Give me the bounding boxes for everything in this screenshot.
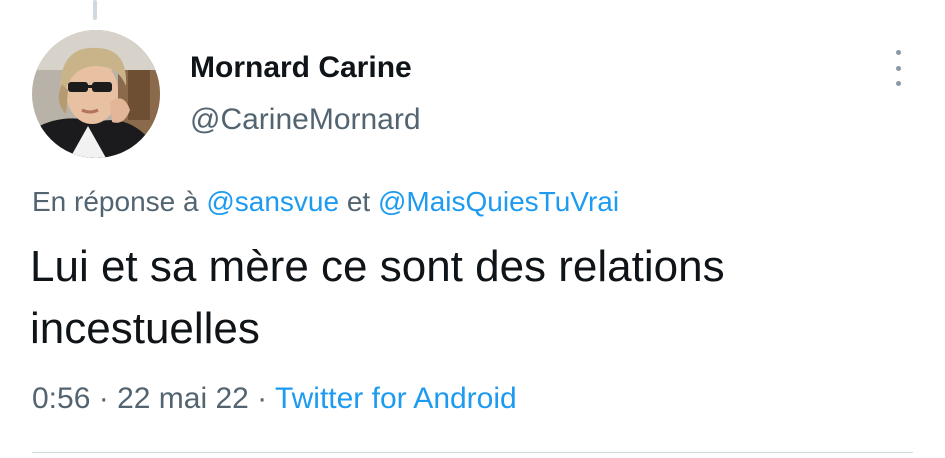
tweet-timestamp[interactable]: 0:56 (32, 382, 90, 415)
avatar[interactable] (32, 30, 160, 158)
more-dot (895, 81, 901, 86)
reply-context-connector: et (339, 186, 378, 217)
reply-context-prefix: En réponse à (32, 186, 207, 217)
reply-mention-link[interactable]: @sansvue (206, 186, 339, 217)
divider (32, 452, 913, 453)
author-display-name[interactable]: Mornard Carine (190, 51, 412, 85)
tweet-source-link[interactable]: Twitter for Android (275, 382, 517, 415)
author-handle[interactable]: @CarineMornard (190, 103, 421, 137)
meta-separator: · (248, 382, 275, 415)
avatar-image (32, 30, 160, 158)
tweet-text: Lui et sa mère ce sont des relations inc… (30, 242, 725, 353)
reply-mention-link[interactable]: @MaisQuiesTuVrai (378, 186, 619, 217)
thread-connector-line (93, 0, 97, 20)
tweet-meta: 0:56 · 22 mai 22 · Twitter for Android (32, 382, 517, 416)
more-dot (895, 65, 901, 71)
more-vertical-icon[interactable] (883, 50, 913, 86)
tweet-date[interactable]: 22 mai 22 (117, 382, 249, 415)
meta-separator: · (90, 382, 118, 415)
more-dot (895, 50, 901, 55)
reply-context: En réponse à @sansvue et @MaisQuiesTuVra… (32, 186, 619, 218)
